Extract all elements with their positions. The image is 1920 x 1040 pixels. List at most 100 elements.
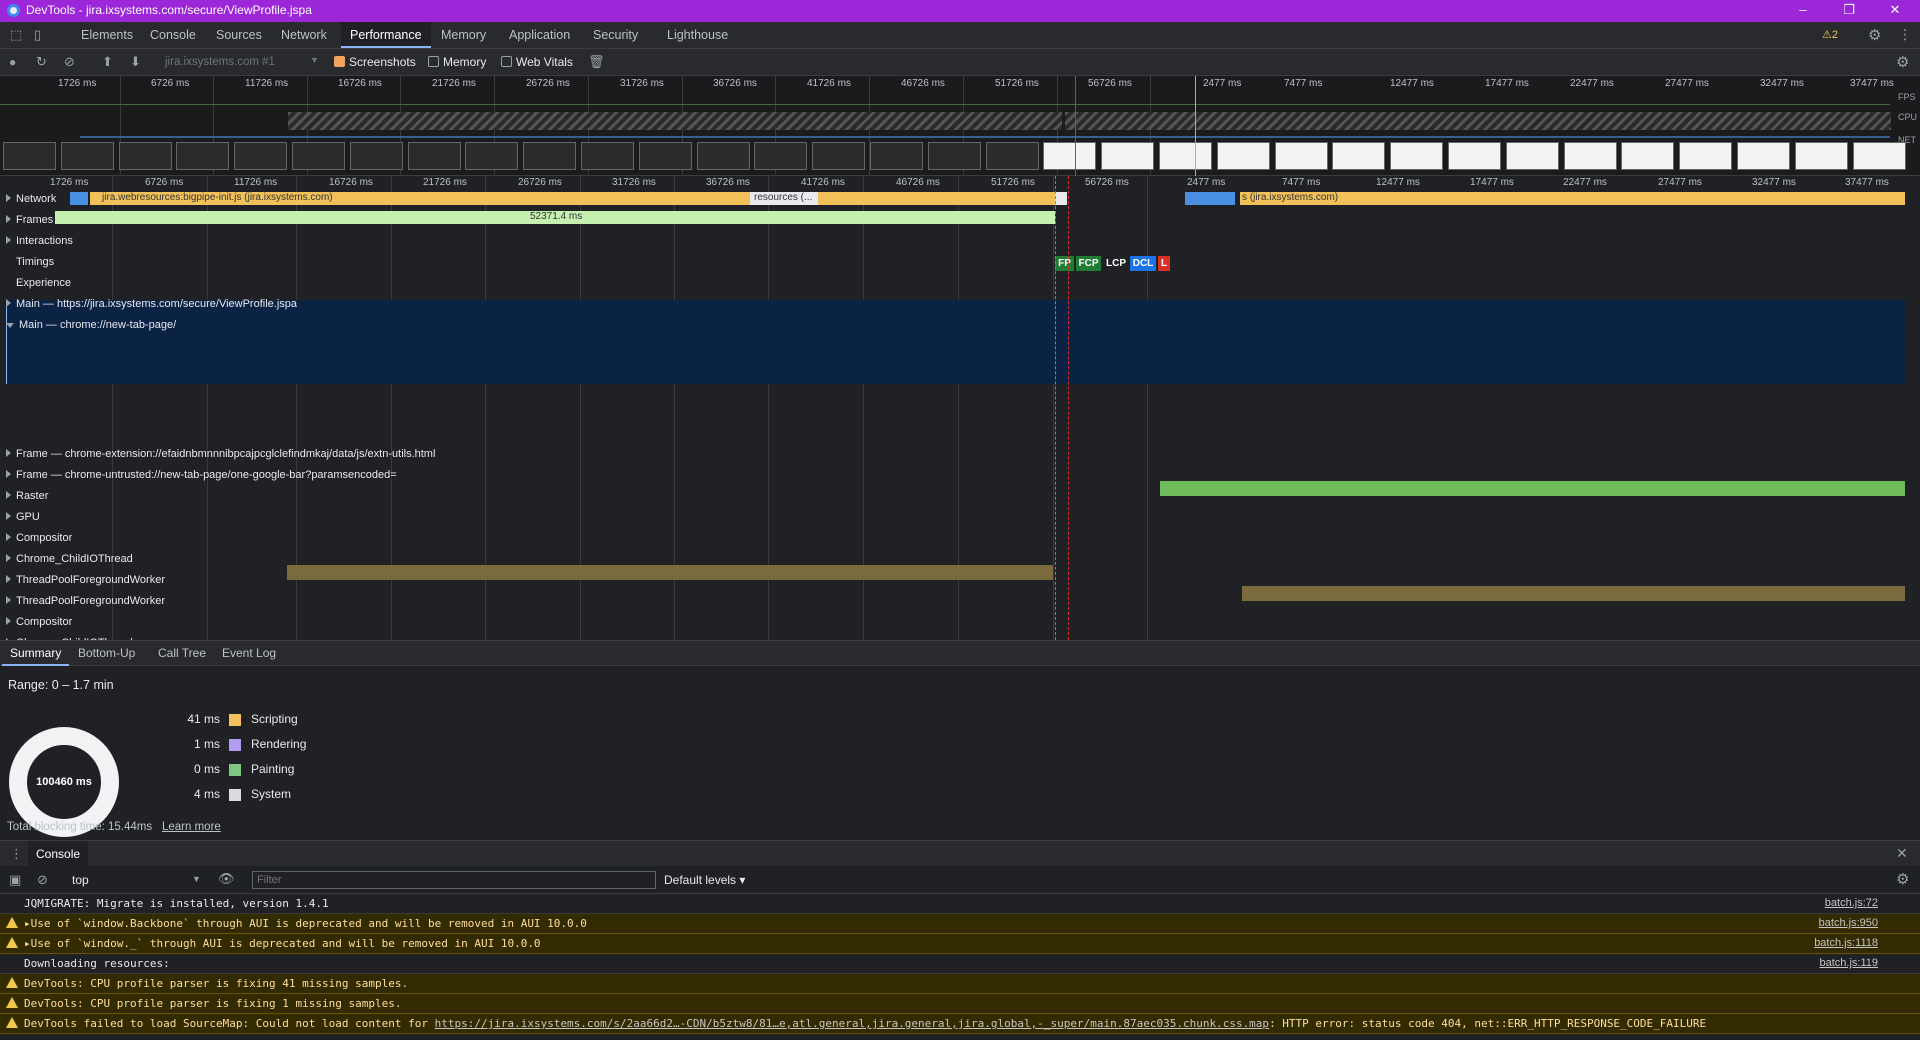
screenshot-thumbnail[interactable] — [1390, 142, 1444, 170]
reload-record-icon[interactable]: ↻ — [36, 54, 47, 70]
console-sidebar-icon[interactable]: ▣ — [9, 872, 21, 888]
drawer-menu-icon[interactable]: ⋮ — [10, 846, 23, 862]
track-row[interactable]: Frame — chrome-extension://efaidnbmnnnib… — [0, 445, 1906, 466]
tab-elements[interactable]: Elements — [72, 22, 142, 48]
expand-triangle-icon[interactable] — [6, 491, 11, 499]
sourcemap-url-link[interactable]: https://jira.ixsystems.com/s/2aa66d2…-CD… — [435, 1017, 1269, 1030]
console-filter-input[interactable] — [252, 871, 656, 889]
minimize-button[interactable]: – — [1780, 0, 1826, 22]
tab-application[interactable]: Application — [500, 22, 579, 48]
download-profile-icon[interactable]: ⬇ — [130, 54, 141, 70]
track-row[interactable]: Compositor — [0, 529, 1906, 550]
screenshot-thumbnail[interactable] — [927, 142, 981, 170]
expand-triangle-icon[interactable] — [6, 512, 11, 520]
expand-triangle-icon[interactable] — [6, 554, 11, 562]
details-tab-bottom-up[interactable]: Bottom-Up — [70, 641, 143, 666]
more-options-icon[interactable]: ⋮ — [1898, 26, 1912, 43]
track-row[interactable]: Interactions — [0, 232, 1906, 253]
flame-chart[interactable]: 1726 ms 6726 ms 11726 ms 16726 ms 21726 ms 26… — [0, 176, 1906, 640]
inspect-element-icon[interactable]: ⬚ — [10, 27, 22, 43]
close-drawer-icon[interactable]: ✕ — [1896, 845, 1908, 862]
expand-triangle-icon[interactable] — [6, 299, 11, 307]
screenshot-thumbnail[interactable] — [1101, 142, 1155, 170]
console-source-link[interactable]: batch.js:72 — [1825, 894, 1878, 913]
screenshot-thumbnail[interactable] — [696, 142, 750, 170]
screenshot-thumbnail[interactable] — [1679, 142, 1733, 170]
expand-triangle-icon[interactable] — [6, 470, 11, 478]
screenshot-thumbnail[interactable] — [812, 142, 866, 170]
screenshot-thumbnail[interactable] — [1159, 142, 1212, 170]
expand-triangle-icon[interactable] — [6, 215, 11, 223]
details-tab-call-tree[interactable]: Call Tree — [150, 641, 214, 666]
warnings-badge[interactable]: ⚠2 — [1822, 28, 1838, 41]
expand-triangle-icon[interactable] — [6, 617, 11, 625]
tab-lighthouse[interactable]: Lighthouse — [658, 22, 737, 48]
expand-triangle-icon[interactable] — [6, 533, 11, 541]
track-row[interactable]: Timings — [0, 253, 1906, 274]
console-settings-gear-icon[interactable]: ⚙ — [1896, 870, 1909, 888]
console-source-link[interactable]: batch.js:950 — [1819, 914, 1878, 933]
track-row[interactable]: ThreadPoolForegroundWorker — [0, 592, 1906, 613]
track-row[interactable]: Frames — [0, 211, 1906, 232]
tab-console[interactable]: Console — [141, 22, 205, 48]
track-row[interactable]: Experience — [0, 274, 1906, 295]
restore-button[interactable]: ❐ — [1826, 0, 1872, 22]
screenshot-thumbnail[interactable] — [870, 142, 923, 170]
screenshot-thumbnail[interactable] — [176, 142, 230, 170]
screenshot-thumbnail[interactable] — [3, 142, 56, 170]
screenshot-thumbnail[interactable] — [1332, 142, 1386, 170]
track-row[interactable]: Frame — chrome-untrusted://new-tab-page/… — [0, 466, 1906, 487]
track-row[interactable]: Network — [0, 190, 1906, 211]
garbage-collect-icon[interactable]: 🗑 — [588, 54, 605, 70]
console-source-link[interactable]: batch.js:1118 — [1814, 934, 1878, 953]
memory-checkbox[interactable]: Memory — [428, 55, 486, 69]
details-tab-event-log[interactable]: Event Log — [214, 641, 284, 666]
learn-more-link[interactable]: Learn more — [162, 821, 221, 833]
expand-triangle-icon[interactable] — [6, 596, 11, 604]
track-row[interactable]: Raster — [0, 487, 1906, 508]
timeline-overview[interactable]: 1726 ms 6726 ms 11726 ms 16726 ms 21726 ms 26… — [0, 76, 1920, 176]
screenshot-thumbnail[interactable] — [523, 142, 577, 170]
screenshot-thumbnail[interactable] — [1216, 142, 1270, 170]
console-source-link[interactable]: batch.js:119 — [1819, 954, 1878, 973]
track-row[interactable]: Compositor — [0, 613, 1906, 634]
tab-sources[interactable]: Sources — [207, 22, 271, 48]
clear-console-icon[interactable]: ⊘ — [37, 872, 48, 888]
screenshot-thumbnail[interactable] — [1043, 142, 1097, 170]
screenshot-thumbnail[interactable] — [1448, 142, 1501, 170]
screenshot-thumbnail[interactable] — [292, 142, 345, 170]
tab-performance[interactable]: Performance — [341, 22, 431, 48]
screenshot-thumbnail[interactable] — [985, 142, 1039, 170]
screenshot-thumbnail[interactable] — [1737, 142, 1790, 170]
screenshot-thumbnail[interactable] — [407, 142, 461, 170]
screenshot-thumbnail[interactable] — [1505, 142, 1559, 170]
screenshot-thumbnail[interactable] — [754, 142, 808, 170]
close-window-button[interactable]: ✕ — [1872, 0, 1918, 22]
record-icon[interactable]: ● — [9, 55, 16, 69]
track-row[interactable]: ThreadPoolForegroundWorker — [0, 571, 1906, 592]
context-select[interactable]: top — [72, 873, 89, 887]
tab-security[interactable]: Security — [584, 22, 647, 48]
screenshot-thumbnail[interactable] — [234, 142, 288, 170]
tab-memory[interactable]: Memory — [432, 22, 495, 48]
expand-triangle-icon[interactable] — [6, 194, 11, 202]
screenshot-thumbnail[interactable] — [60, 142, 114, 170]
tab-network[interactable]: Network — [272, 22, 336, 48]
target-select[interactable]: jira.ixsystems.com #1 — [165, 56, 275, 68]
track-row[interactable]: Chrome_ChildIOThread — [0, 550, 1906, 571]
screenshots-filmstrip[interactable] — [0, 142, 1906, 172]
default-levels-select[interactable]: Default levels ▾ — [664, 873, 745, 887]
screenshot-thumbnail[interactable] — [1563, 142, 1617, 170]
screenshot-thumbnail[interactable] — [638, 142, 692, 170]
track-row[interactable]: GPU — [0, 508, 1906, 529]
console-drawer-tab[interactable]: Console — [28, 841, 89, 867]
screenshot-thumbnail[interactable] — [118, 142, 172, 170]
track-row[interactable]: Main — https://jira.ixsystems.com/secure… — [0, 295, 1906, 316]
live-expression-eye-icon[interactable]: 👁 — [218, 871, 235, 887]
screenshot-thumbnail[interactable] — [1621, 142, 1675, 170]
details-tab-summary[interactable]: Summary — [2, 641, 70, 666]
expand-triangle-icon[interactable] — [6, 323, 14, 328]
device-toolbar-icon[interactable]: ▯ — [34, 27, 41, 43]
track-row[interactable]: Main — chrome://new-tab-page/ — [0, 316, 1906, 337]
screenshot-thumbnail[interactable] — [1274, 142, 1328, 170]
